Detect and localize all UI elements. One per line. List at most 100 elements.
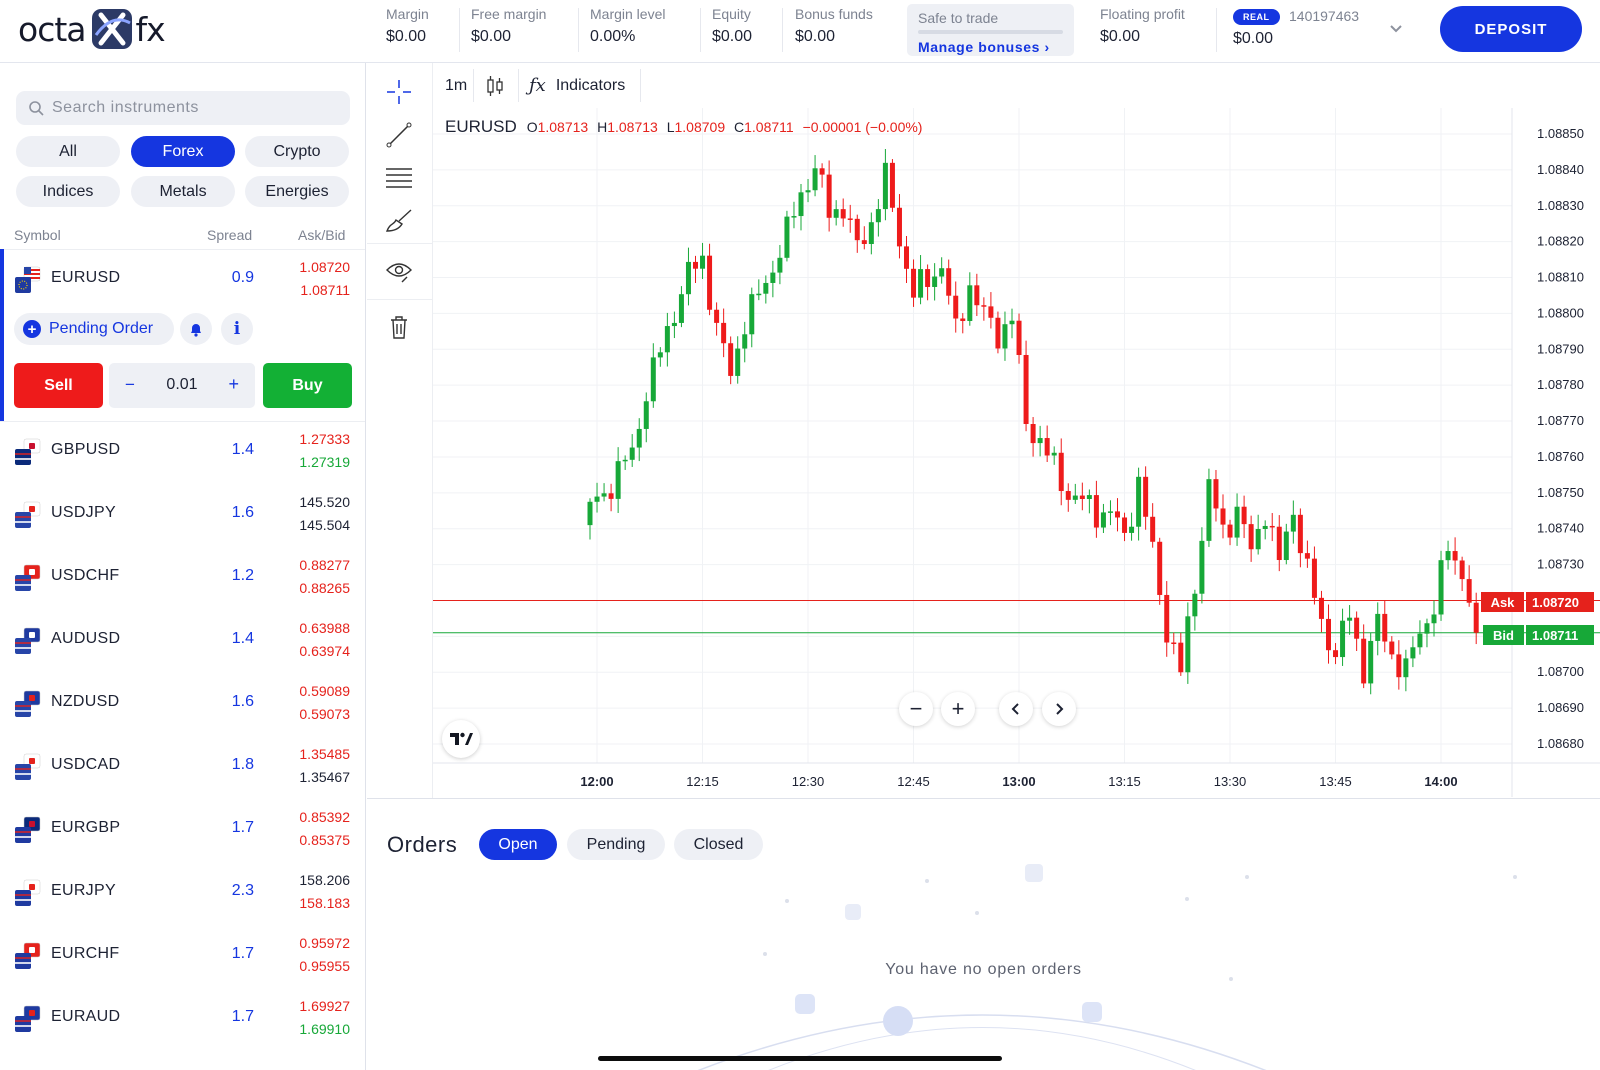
instrument-row-eurchf[interactable]: EURCHF 1.7 0.95972 0.95955 — [0, 925, 365, 989]
candle-down — [1079, 495, 1085, 500]
instrument-bid: 158.183 — [299, 895, 350, 911]
scroll-left-button[interactable] — [999, 692, 1033, 726]
candle-down — [861, 240, 867, 245]
price-tick-label: 1.08690 — [1537, 700, 1584, 715]
instrument-spread: 1.7 — [231, 819, 254, 836]
zoom-out-button[interactable]: − — [899, 692, 933, 726]
instrument-row-euraud[interactable]: EURAUD 1.7 1.69927 1.69910 — [0, 988, 365, 1052]
candle-up — [1283, 531, 1289, 561]
candle-down — [819, 168, 825, 175]
candle-up — [868, 222, 874, 245]
legend-high-value: 1.08713 — [607, 119, 658, 135]
zoom-in-button[interactable]: + — [941, 692, 975, 726]
candle-up — [763, 282, 769, 294]
candle-down — [1326, 618, 1331, 651]
candle-down — [925, 269, 931, 287]
candle-down — [1248, 524, 1254, 550]
candle-up — [636, 428, 642, 448]
price-tick-label: 1.08830 — [1537, 198, 1584, 213]
candle-up — [664, 326, 670, 353]
ask-label: Ask — [1481, 592, 1524, 612]
instrument-row-eurgbp[interactable]: EURGBP 1.7 0.85392 0.85375 — [0, 799, 365, 863]
price-tick-label: 1.08780 — [1537, 377, 1584, 392]
candle-down — [953, 295, 959, 319]
candle-down — [1143, 476, 1149, 517]
candle-up — [1368, 640, 1374, 684]
candle-down — [721, 322, 727, 344]
price-tick-label: 1.08760 — [1537, 449, 1584, 464]
candle-down — [1333, 650, 1339, 658]
candle-up — [1410, 647, 1416, 659]
candle-up — [784, 216, 790, 258]
price-tick-label: 1.08700 — [1537, 664, 1584, 679]
instrument-row-eurjpy[interactable]: EURJPY 2.3 158.206 158.183 — [0, 862, 365, 926]
instrument-ask: 0.85392 — [299, 809, 350, 825]
legend-high-label: H — [597, 119, 608, 135]
candle-down — [1016, 320, 1022, 355]
candle-up — [1002, 324, 1008, 349]
candle-up — [587, 501, 593, 526]
candle-down — [988, 306, 994, 318]
candle-up — [749, 294, 755, 335]
instrument-bid: 1.69910 — [299, 1021, 350, 1037]
legend-symbol: EURUSD — [445, 117, 517, 136]
candle-down — [826, 174, 832, 218]
price-tick-label: 1.08750 — [1537, 485, 1584, 500]
price-tick-label: 1.08680 — [1537, 736, 1584, 751]
candle-down — [1396, 654, 1402, 678]
price-tick-label: 1.08770 — [1537, 413, 1584, 428]
instrument-spread: 2.3 — [231, 882, 254, 899]
candle-up — [1262, 525, 1268, 529]
currency-pair-flag-icon — [14, 941, 42, 971]
bid-label: Bid — [1483, 625, 1524, 645]
candle-down — [904, 246, 909, 269]
candle-up — [1199, 540, 1205, 594]
home-indicator — [598, 1056, 1002, 1061]
instrument-bid: 0.85375 — [299, 832, 350, 848]
candle-down — [1178, 642, 1184, 673]
bid-price-tag: 1.08711 — [1526, 625, 1594, 645]
time-tick-label: 13:30 — [1214, 774, 1247, 789]
candle-down — [995, 317, 1001, 349]
candle-up — [1445, 551, 1451, 561]
instrument-ask: 0.95972 — [299, 935, 350, 951]
candle-up — [1192, 593, 1198, 617]
empty-orders-message: You have no open orders — [885, 961, 1082, 978]
candle-up — [1009, 320, 1015, 325]
legend-low-value: 1.08709 — [674, 119, 726, 135]
ask-price-tag: 1.08720 — [1526, 592, 1594, 612]
candle-down — [911, 268, 917, 298]
candle-up — [875, 209, 881, 223]
instrument-bid: 0.95955 — [299, 958, 350, 974]
price-tick-label: 1.08790 — [1537, 341, 1584, 356]
candle-down — [981, 305, 987, 307]
price-tick-label: 1.08840 — [1537, 162, 1584, 177]
candle-down — [1382, 613, 1388, 642]
legend-close-value: 1.08711 — [744, 119, 794, 135]
candle-down — [1164, 594, 1170, 643]
candle-up — [1431, 614, 1437, 624]
time-tick-label: 14:00 — [1424, 774, 1457, 789]
time-tick-label: 13:45 — [1319, 774, 1352, 789]
candle-down — [1065, 491, 1071, 500]
tradingview-logo-icon[interactable] — [442, 720, 480, 758]
candle-up — [1290, 514, 1296, 532]
time-tick-label: 12:00 — [580, 774, 613, 789]
candle-up — [932, 276, 938, 287]
candle-up — [1424, 623, 1430, 634]
candle-down — [1044, 438, 1050, 456]
candle-up — [657, 352, 663, 358]
tab-closed[interactable]: Closed — [674, 829, 763, 860]
candle-up — [1347, 617, 1353, 621]
candle-down — [1466, 579, 1472, 603]
scroll-right-button[interactable] — [1042, 692, 1076, 726]
candle-down — [1171, 642, 1177, 645]
legend-low-label: L — [666, 119, 675, 135]
instrument-symbol: EURGBP — [51, 819, 121, 836]
candle-up — [685, 261, 691, 295]
candle-down — [1361, 638, 1367, 684]
tab-pending[interactable]: Pending — [567, 829, 665, 860]
tab-open[interactable]: Open — [479, 829, 557, 860]
candle-down — [1459, 560, 1465, 580]
instrument-spread: 1.7 — [231, 945, 254, 962]
